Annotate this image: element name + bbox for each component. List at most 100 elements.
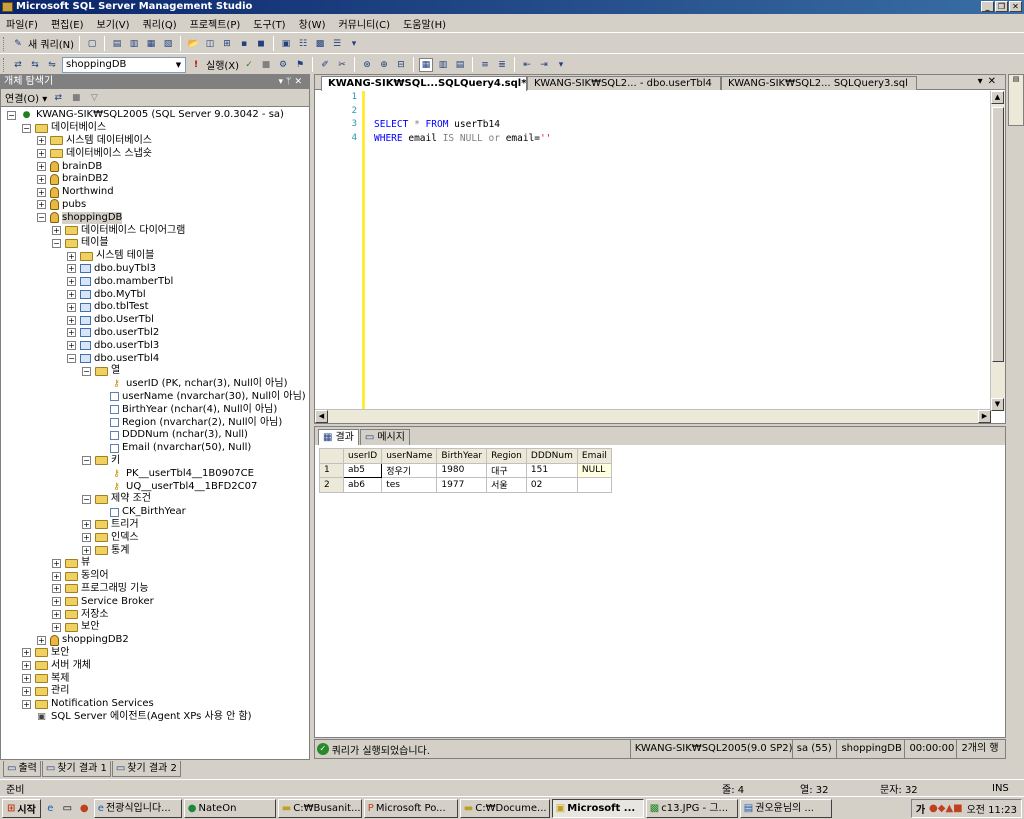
collapse-icon[interactable]: − — [67, 354, 76, 364]
menu-file[interactable]: 파일(F) — [6, 16, 38, 31]
code-lines[interactable]: SELECT * FROM userTb14 WHERE email IS NU… — [374, 91, 551, 145]
tab-list-icon[interactable]: ▾ — [978, 76, 988, 87]
menu-window[interactable]: 창(W) — [299, 16, 326, 31]
grid-cell[interactable]: 대구 — [486, 462, 527, 478]
restore-button[interactable]: ❐ — [995, 1, 1008, 12]
tree-node[interactable]: − 테이블 — [52, 237, 109, 250]
grid-cell[interactable]: 정우기 — [381, 462, 438, 478]
expand-icon[interactable]: + — [82, 520, 91, 530]
collapse-icon[interactable]: − — [52, 238, 61, 248]
intellisense-icon[interactable]: ✂ — [335, 58, 349, 72]
task-button[interactable]: ▩ c13.JPG - 그... — [645, 798, 738, 818]
scroll-up-arrow[interactable]: ▲ — [991, 91, 1004, 104]
analysis-query-icon[interactable]: ▥ — [127, 37, 141, 51]
tree-node[interactable]: − 데이터베이스 — [22, 122, 106, 135]
expand-icon[interactable]: + — [52, 622, 61, 632]
expand-icon[interactable]: + — [22, 674, 31, 684]
uncomment-icon[interactable]: ≣ — [495, 58, 509, 72]
menu-project[interactable]: 프로젝트(P) — [190, 16, 241, 31]
tree-node[interactable]: + brainDB2 — [37, 173, 109, 186]
grid-cell[interactable]: 1980 — [436, 462, 488, 478]
right-dock-panel[interactable]: ▤ — [1008, 74, 1024, 126]
xmla-query-icon[interactable]: ▧ — [161, 37, 175, 51]
tree-node[interactable]: + 동의어 — [52, 570, 109, 583]
expand-icon[interactable]: + — [37, 136, 46, 146]
expand-icon[interactable]: + — [67, 302, 76, 312]
tree-node[interactable]: − 키 — [82, 455, 120, 468]
tree-node[interactable]: + 트리거 — [82, 519, 139, 532]
tree-node[interactable]: − dbo.userTbl4 — [67, 352, 159, 365]
toolbar-grip[interactable] — [3, 36, 6, 51]
ie-icon[interactable]: e — [43, 801, 58, 816]
tree-node[interactable]: CK_BirthYear — [97, 506, 186, 519]
row-number[interactable]: 1 — [319, 462, 344, 478]
tree-node[interactable]: + 복제 — [22, 672, 69, 685]
task-button[interactable]: P Microsoft Po... — [363, 798, 458, 818]
expand-icon[interactable]: + — [82, 546, 91, 556]
menu-view[interactable]: 보기(V) — [97, 16, 130, 31]
expand-icon[interactable]: + — [67, 290, 76, 300]
close-icon[interactable]: ✕ — [294, 77, 305, 87]
collapse-icon[interactable]: − — [22, 123, 31, 133]
open-project-icon[interactable]: ◫ — [203, 37, 217, 51]
expand-icon[interactable]: + — [67, 328, 76, 338]
close-icon[interactable]: ✕ — [988, 76, 1001, 87]
editor-vertical-scrollbar[interactable]: ▲ ▼ — [990, 91, 1005, 411]
expand-icon[interactable]: + — [52, 584, 61, 594]
tree-node[interactable]: + dbo.tblTest — [67, 301, 149, 314]
scroll-left-arrow[interactable]: ◀ — [315, 410, 328, 423]
ime-indicator[interactable]: 가 — [916, 801, 925, 816]
save-icon[interactable]: ▪ — [237, 37, 251, 51]
tree-node[interactable]: − shoppingDB — [37, 211, 123, 224]
panel-menu-icon[interactable]: ▾ — [279, 77, 287, 87]
tree-node[interactable]: + 프로그래밍 기능 — [52, 583, 149, 596]
grid-cell[interactable]: 서울 — [486, 477, 527, 493]
tray-icons[interactable]: ●◆▲■ — [929, 803, 963, 814]
start-button[interactable]: ⊞ 시작 — [2, 798, 41, 818]
new-file-icon[interactable]: ▢ — [85, 37, 99, 51]
tree-node[interactable]: + Northwind — [37, 186, 114, 199]
tree-node[interactable]: + 인덱스 — [82, 531, 139, 544]
expand-icon[interactable]: + — [22, 661, 31, 671]
design-query-icon[interactable]: ✐ — [318, 58, 332, 72]
database-selector[interactable]: shoppingDB ▼ — [62, 56, 186, 73]
tree-node[interactable]: + 통계 — [82, 544, 129, 557]
task-button[interactable]: e 전광식입니다... — [93, 798, 182, 818]
execute-button[interactable]: 실행(X) — [206, 57, 239, 72]
tree-node[interactable]: + 관리 — [22, 685, 69, 698]
scroll-down-arrow[interactable]: ▼ — [991, 398, 1004, 411]
expand-icon[interactable]: + — [37, 200, 46, 210]
tree-node[interactable]: + 시스템 데이터베이스 — [37, 135, 152, 148]
tree-node[interactable]: + 데이터베이스 스냅숏 — [37, 147, 152, 160]
grid-cell[interactable]: tes — [381, 477, 438, 493]
tree-node[interactable]: + brainDB — [37, 160, 102, 173]
results-file-icon[interactable]: ▤ — [453, 58, 467, 72]
results-to-file-icon[interactable]: ▥ — [436, 58, 450, 72]
tree-node[interactable]: + dbo.userTbl2 — [67, 327, 159, 340]
connect-dropdown[interactable]: 연결(O) ▾ — [5, 90, 47, 105]
column-header[interactable]: BirthYear — [436, 448, 488, 464]
table-row[interactable]: 2 ab6 tes 1977 서울 02 — [319, 477, 612, 493]
client-stats-icon[interactable]: ⊕ — [377, 58, 391, 72]
mdx-query-icon[interactable]: ▦ — [144, 37, 158, 51]
menu-help[interactable]: 도움말(H) — [403, 16, 446, 31]
grid-cell[interactable]: 151 — [525, 462, 578, 478]
tree-node[interactable]: + 시스템 테이블 — [67, 250, 154, 263]
tab-results[interactable]: ▦ 결과 — [318, 429, 359, 445]
tree-node[interactable]: ▣ SQL Server 에이전트(Agent XPs 사용 안 함) — [22, 711, 251, 724]
tree-node[interactable]: − 열 — [82, 365, 120, 378]
expand-icon[interactable]: + — [37, 149, 46, 159]
query-options-icon[interactable]: ⚑ — [293, 58, 307, 72]
properties-icon[interactable]: ☰ — [330, 37, 344, 51]
menu-query[interactable]: 쿼리(Q) — [143, 16, 177, 31]
table-row[interactable]: 1 ab5 정우기 1980 대구 151 NULL — [319, 462, 612, 478]
tree-node[interactable]: − 제약 조건 — [82, 493, 151, 506]
tree-node[interactable]: + dbo.UserTbl — [67, 314, 154, 327]
tree-node[interactable]: Email (nvarchar(50), Null) — [97, 442, 251, 455]
connect-server-icon[interactable]: ⇄ — [51, 91, 65, 105]
save-all-icon[interactable]: ◼ — [254, 37, 268, 51]
open-folder-icon[interactable]: 📂 — [186, 37, 200, 51]
desktop-icon[interactable]: ▭ — [60, 801, 75, 816]
menu-edit[interactable]: 편집(E) — [51, 16, 84, 31]
tree-node[interactable]: + 보안 — [22, 647, 69, 660]
